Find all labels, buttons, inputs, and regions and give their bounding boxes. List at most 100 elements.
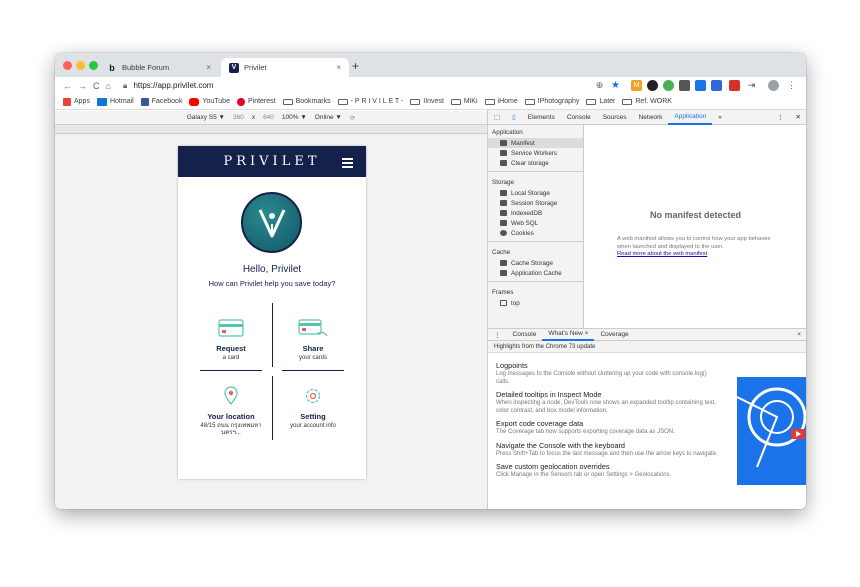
tab-network[interactable]: Network <box>633 110 669 125</box>
network-select[interactable]: Online ▼ <box>315 114 342 121</box>
bookmark-folder[interactable]: - P R I V I L E T - <box>337 98 403 105</box>
location-icon[interactable]: ⊕ <box>594 80 605 91</box>
sidebar-item-clear-storage[interactable]: Clear storage <box>488 158 583 168</box>
folder-icon <box>410 98 421 105</box>
minimize-window-icon[interactable] <box>76 61 85 70</box>
rotate-icon[interactable]: ⟳ <box>350 114 355 122</box>
bookmark-star-icon[interactable]: ★ <box>610 80 621 91</box>
width-input[interactable]: 360 <box>233 114 244 121</box>
drawer-tab-console[interactable]: Console <box>507 328 543 341</box>
share-card-button[interactable]: Share your cards <box>278 318 348 362</box>
location-card-button[interactable]: Your location 48/15 ถนน กรุงเทพมหานครฯ..… <box>196 386 266 437</box>
sidebar-item-indexeddb[interactable]: IndexedDB <box>488 208 583 218</box>
home-icon[interactable]: ⌂ <box>106 81 117 91</box>
bookmark-folder[interactable]: Later <box>586 98 615 105</box>
extension-icon[interactable] <box>711 80 722 91</box>
bookmark-pinterest[interactable]: Pinterest <box>236 97 276 106</box>
bookmark-folder[interactable]: Bookmarks <box>282 98 331 105</box>
devtools-menu-icon[interactable]: ⋮ <box>771 110 790 125</box>
sidebar-item-web-sql[interactable]: Web SQL <box>488 218 583 228</box>
more-tabs-button[interactable]: » <box>712 110 728 125</box>
bubble-favicon-icon: b <box>109 62 115 73</box>
height-input[interactable]: 640 <box>263 114 274 121</box>
sidebar-item-top-frame[interactable]: top <box>488 298 583 308</box>
tab-elements[interactable]: Elements <box>522 110 561 125</box>
outlook-icon <box>96 97 107 106</box>
bookmark-folder[interactable]: MiKi <box>450 98 478 105</box>
hamburger-menu-icon[interactable] <box>342 158 353 170</box>
extension-icon[interactable]: ⇥ <box>746 80 757 91</box>
menu-kebab-icon[interactable]: ⋮ <box>786 80 797 91</box>
drawer-tab-coverage[interactable]: Coverage <box>594 328 634 341</box>
bookmark-youtube[interactable]: YouTube <box>189 97 230 106</box>
tab-privilet[interactable]: V Privilet × <box>221 58 349 77</box>
setting-card-button[interactable]: Setting your account info <box>278 386 348 430</box>
close-tab-icon[interactable]: × <box>206 63 211 72</box>
bookmark-apps[interactable]: Apps <box>63 97 90 106</box>
bookmarks-bar: Apps Hotmail Facebook YouTube Pinterest … <box>55 94 806 110</box>
list-item[interactable]: Logpoints Log messages to the Console wi… <box>496 361 721 386</box>
sidebar-item-application-cache[interactable]: Application Cache <box>488 268 583 278</box>
folder-icon <box>337 98 348 105</box>
extension-icon[interactable] <box>647 80 658 91</box>
tab-strip: b Bubble Forum × V Privilet × + <box>55 53 806 77</box>
grid-icon <box>500 190 507 196</box>
tab-bubble-forum[interactable]: b Bubble Forum × <box>99 58 219 77</box>
address-bar[interactable]: 🔒︎ https://app.privilet.com <box>123 81 214 91</box>
back-arrow-icon[interactable]: ← <box>63 81 78 91</box>
close-window-icon[interactable] <box>63 61 72 70</box>
bookmark-folder[interactable]: IPhotography <box>524 98 579 105</box>
drawer-menu-icon[interactable]: ⋮ <box>488 328 507 341</box>
manifest-docs-link[interactable]: Read more about the web manifest <box>617 251 707 257</box>
bookmark-folder[interactable]: iHome <box>484 98 518 105</box>
sidebar-item-cookies[interactable]: Cookies <box>488 228 583 238</box>
request-card-button[interactable]: Request a card <box>196 318 266 362</box>
extension-icon[interactable] <box>679 80 690 91</box>
extension-icon[interactable] <box>695 80 706 91</box>
reload-icon[interactable]: C <box>93 81 106 91</box>
item-title: Logpoints <box>496 361 528 370</box>
sidebar-item-local-storage[interactable]: Local Storage <box>488 188 583 198</box>
profile-avatar[interactable] <box>768 80 779 91</box>
device-select[interactable]: Galaxy S5 ▼ <box>187 114 225 121</box>
tab-sources[interactable]: Sources <box>597 110 633 125</box>
maximize-window-icon[interactable] <box>89 61 98 70</box>
hand-card-icon <box>298 319 328 337</box>
document-icon <box>500 140 507 146</box>
list-item[interactable]: Detailed tooltips in Inspect Mode When i… <box>496 390 721 415</box>
grid-divider <box>272 303 273 367</box>
folder-icon <box>622 98 633 105</box>
close-devtools-icon[interactable]: ✕ <box>790 110 806 125</box>
sidebar-item-cache-storage[interactable]: Cache Storage <box>488 258 583 268</box>
list-item[interactable]: Save custom geolocation overrides Click … <box>496 462 721 480</box>
sidebar-item-service-workers[interactable]: Service Workers <box>488 148 583 158</box>
bookmark-facebook[interactable]: Facebook <box>140 97 182 106</box>
sidebar-item-manifest[interactable]: Manifest <box>488 138 583 148</box>
bookmark-folder[interactable]: Ref. WORK <box>622 98 672 105</box>
device-toggle-icon[interactable]: ▯ <box>506 110 522 125</box>
bookmark-hotmail[interactable]: Hotmail <box>96 97 134 106</box>
close-drawer-icon[interactable]: × <box>791 328 806 341</box>
tab-console[interactable]: Console <box>561 110 597 125</box>
close-tab-icon[interactable]: × <box>336 63 341 72</box>
card-label: Setting <box>300 412 326 421</box>
forward-arrow-icon[interactable]: → <box>78 81 93 91</box>
inspect-element-icon[interactable]: ⬚ <box>488 110 506 125</box>
sidebar-item-session-storage[interactable]: Session Storage <box>488 198 583 208</box>
bookmark-folder[interactable]: IInvest <box>410 98 444 105</box>
v-logo-icon <box>258 208 285 237</box>
highlights-bar: Highlights from the Chrome 73 update <box>488 341 806 353</box>
list-item[interactable]: Export code coverage data The Coverage t… <box>496 419 721 437</box>
card-description: a card <box>222 355 240 361</box>
card-icon <box>218 319 244 337</box>
new-tab-button[interactable]: + <box>352 59 359 73</box>
zoom-select[interactable]: 100% ▼ <box>282 114 307 121</box>
extension-icon[interactable] <box>729 80 740 91</box>
whats-new-video-thumbnail[interactable] <box>737 377 806 485</box>
list-item[interactable]: Navigate the Console with the keyboard P… <box>496 441 721 459</box>
drawer-tab-whats-new[interactable]: What's New × <box>542 328 595 341</box>
tab-application[interactable]: Application <box>668 110 713 125</box>
extension-icon[interactable] <box>663 80 674 91</box>
card-label: Your location <box>207 412 255 421</box>
extension-icon[interactable]: M <box>631 80 642 91</box>
